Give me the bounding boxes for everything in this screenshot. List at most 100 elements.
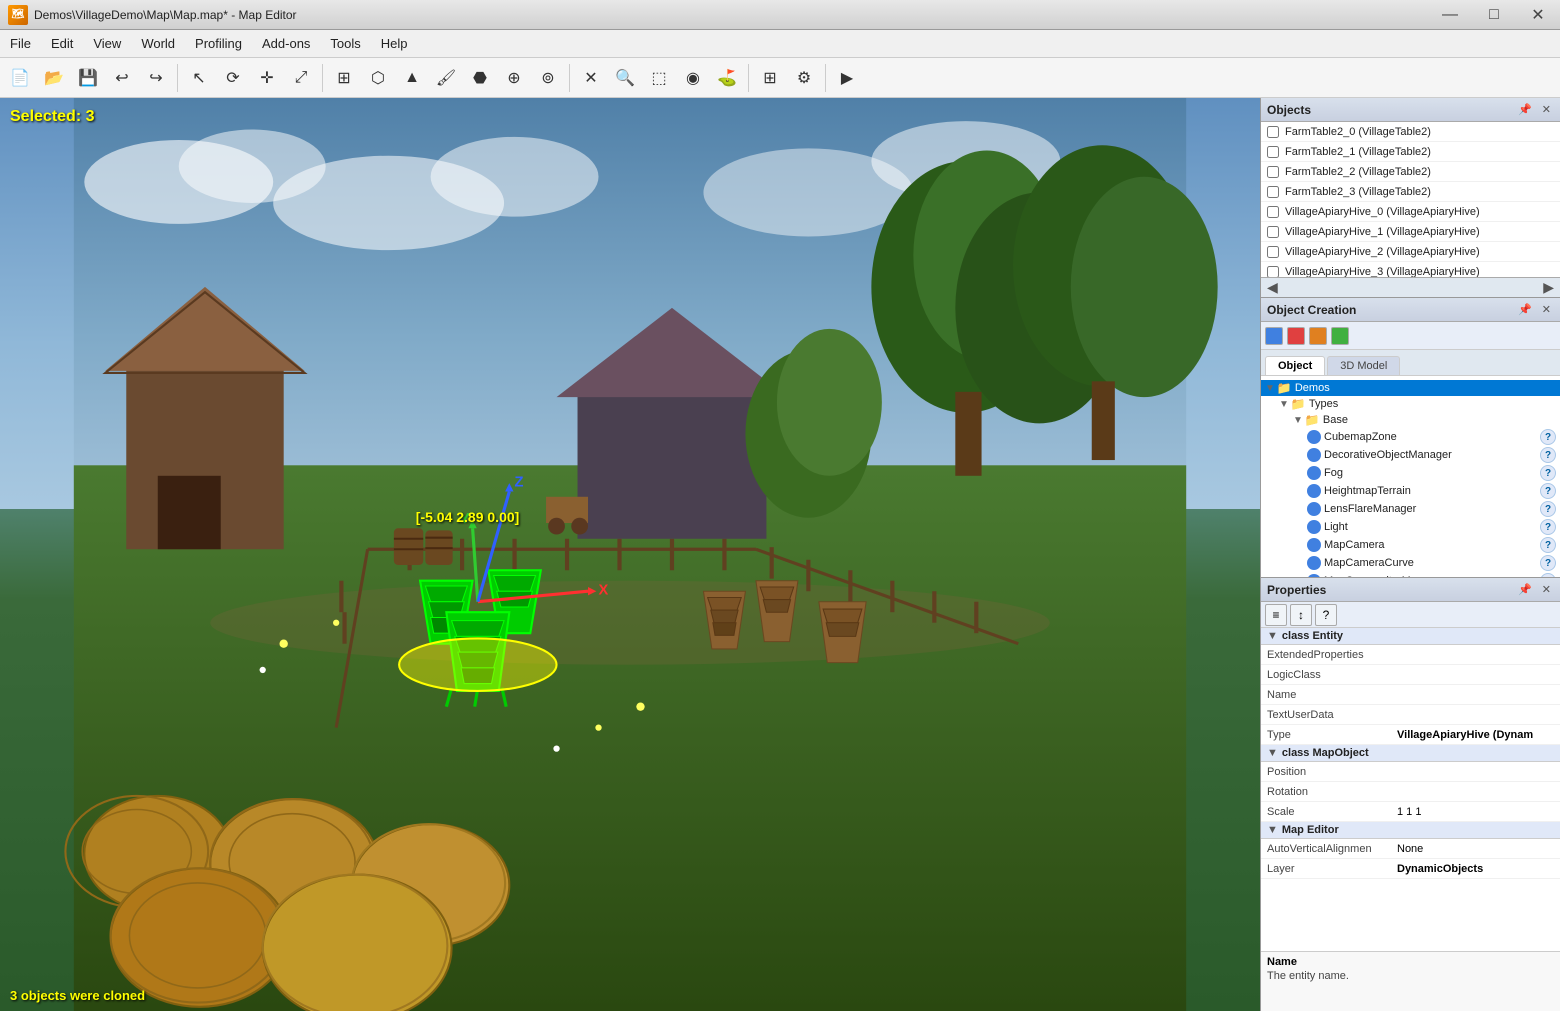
- menu-item-file[interactable]: File: [0, 30, 41, 57]
- tree-node-3[interactable]: CubemapZone?: [1261, 428, 1560, 446]
- tree-node-6[interactable]: HeightmapTerrain?: [1261, 482, 1560, 500]
- object-checkbox-0[interactable]: [1267, 126, 1279, 138]
- toolbar-btn-1[interactable]: 📂: [38, 62, 70, 94]
- objects-nav-right[interactable]: ▶: [1543, 279, 1554, 296]
- toolbar-btn-6[interactable]: ↖: [183, 62, 215, 94]
- tree-node-4[interactable]: DecorativeObjectManager?: [1261, 446, 1560, 464]
- toolbar-btn-13[interactable]: ▲: [396, 62, 428, 94]
- toolbar-btn-26[interactable]: ⚙: [788, 62, 820, 94]
- prop-row-1-2[interactable]: Scale1 1 1: [1261, 802, 1560, 822]
- prop-row-0-0[interactable]: ExtendedProperties: [1261, 645, 1560, 665]
- creation-tab-1[interactable]: 3D Model: [1327, 356, 1400, 375]
- object-checkbox-3[interactable]: [1267, 186, 1279, 198]
- creation-tb-btn-green[interactable]: [1331, 327, 1349, 345]
- prop-row-0-3[interactable]: TextUserData: [1261, 705, 1560, 725]
- toolbar-btn-3[interactable]: ↩: [106, 62, 138, 94]
- toolbar-btn-12[interactable]: ⬡: [362, 62, 394, 94]
- help-icon-7[interactable]: ?: [1540, 501, 1556, 517]
- tree-node-0[interactable]: ▼📁Demos: [1261, 380, 1560, 396]
- object-checkbox-7[interactable]: [1267, 266, 1279, 278]
- menu-item-world[interactable]: World: [131, 30, 185, 57]
- creation-tb-btn-red[interactable]: [1287, 327, 1305, 345]
- objects-list[interactable]: FarmTable2_0 (VillageTable2)FarmTable2_1…: [1261, 122, 1560, 277]
- object-checkbox-2[interactable]: [1267, 166, 1279, 178]
- toolbar-btn-14[interactable]: 🖌: [430, 62, 462, 94]
- toolbar-btn-0[interactable]: 📄: [4, 62, 36, 94]
- toolbar-btn-17[interactable]: ⊚: [532, 62, 564, 94]
- close-button[interactable]: ✕: [1516, 0, 1560, 30]
- object-checkbox-1[interactable]: [1267, 146, 1279, 158]
- help-icon-9[interactable]: ?: [1540, 537, 1556, 553]
- object-item-4[interactable]: VillageApiaryHive_0 (VillageApiaryHive): [1261, 202, 1560, 222]
- creation-pin-btn[interactable]: 📌: [1515, 302, 1535, 317]
- toolbar-btn-25[interactable]: ⊞: [754, 62, 786, 94]
- prop-row-2-0[interactable]: AutoVerticalAlignmenNone: [1261, 839, 1560, 859]
- toolbar-btn-22[interactable]: ◉: [677, 62, 709, 94]
- object-item-3[interactable]: FarmTable2_3 (VillageTable2): [1261, 182, 1560, 202]
- creation-tb-btn-orange[interactable]: [1309, 327, 1327, 345]
- maximize-button[interactable]: □: [1472, 0, 1516, 30]
- objects-nav-left[interactable]: ◀: [1267, 279, 1278, 296]
- objects-pin-btn[interactable]: 📌: [1515, 102, 1535, 117]
- help-icon-10[interactable]: ?: [1540, 555, 1556, 571]
- toolbar-btn-23[interactable]: ⛳: [711, 62, 743, 94]
- properties-content[interactable]: ▼class EntityExtendedPropertiesLogicClas…: [1261, 628, 1560, 951]
- help-icon-5[interactable]: ?: [1540, 465, 1556, 481]
- prop-row-2-1[interactable]: LayerDynamicObjects: [1261, 859, 1560, 879]
- object-item-1[interactable]: FarmTable2_1 (VillageTable2): [1261, 142, 1560, 162]
- toolbar-btn-28[interactable]: ▶: [831, 62, 863, 94]
- object-checkbox-4[interactable]: [1267, 206, 1279, 218]
- expand-icon-0[interactable]: ▼: [1265, 383, 1275, 394]
- tree-node-5[interactable]: Fog?: [1261, 464, 1560, 482]
- viewport[interactable]: X Y Z: [0, 98, 1260, 1011]
- tree-node-7[interactable]: LensFlareManager?: [1261, 500, 1560, 518]
- toolbar-btn-21[interactable]: ⬚: [643, 62, 675, 94]
- prop-section-header-2[interactable]: ▼Map Editor: [1261, 822, 1560, 839]
- menu-item-help[interactable]: Help: [371, 30, 418, 57]
- toolbar-btn-9[interactable]: ⤢: [285, 62, 317, 94]
- tree-node-8[interactable]: Light?: [1261, 518, 1560, 536]
- menu-item-view[interactable]: View: [83, 30, 131, 57]
- tree-node-2[interactable]: ▼📁Base: [1261, 412, 1560, 428]
- object-item-6[interactable]: VillageApiaryHive_2 (VillageApiaryHive): [1261, 242, 1560, 262]
- expand-icon-1[interactable]: ▼: [1279, 399, 1289, 410]
- help-icon-11[interactable]: ?: [1540, 573, 1556, 577]
- toolbar-btn-8[interactable]: ✛: [251, 62, 283, 94]
- menu-item-add-ons[interactable]: Add-ons: [252, 30, 320, 57]
- toolbar-btn-15[interactable]: ⬣: [464, 62, 496, 94]
- props-tb-sort[interactable]: ≡: [1265, 604, 1287, 626]
- creation-tab-0[interactable]: Object: [1265, 356, 1325, 375]
- objects-close-btn[interactable]: ✕: [1539, 102, 1554, 117]
- tree-node-9[interactable]: MapCamera?: [1261, 536, 1560, 554]
- expand-icon-2[interactable]: ▼: [1293, 415, 1303, 426]
- props-tb-help[interactable]: ?: [1315, 604, 1337, 626]
- minimize-button[interactable]: —: [1428, 0, 1472, 30]
- prop-section-header-0[interactable]: ▼class Entity: [1261, 628, 1560, 645]
- tree-node-11[interactable]: MapCompositorManager?: [1261, 572, 1560, 577]
- menu-item-profiling[interactable]: Profiling: [185, 30, 252, 57]
- toolbar-btn-11[interactable]: ⊞: [328, 62, 360, 94]
- help-icon-4[interactable]: ?: [1540, 447, 1556, 463]
- menu-item-edit[interactable]: Edit: [41, 30, 83, 57]
- toolbar-btn-19[interactable]: ✕: [575, 62, 607, 94]
- properties-close-btn[interactable]: ✕: [1539, 582, 1554, 597]
- creation-close-btn[interactable]: ✕: [1539, 302, 1554, 317]
- object-item-7[interactable]: VillageApiaryHive_3 (VillageApiaryHive): [1261, 262, 1560, 277]
- tree-node-10[interactable]: MapCameraCurve?: [1261, 554, 1560, 572]
- toolbar-btn-7[interactable]: ⟳: [217, 62, 249, 94]
- toolbar-btn-16[interactable]: ⊕: [498, 62, 530, 94]
- object-tree[interactable]: ▼📁Demos▼📁Types▼📁BaseCubemapZone?Decorati…: [1261, 376, 1560, 577]
- creation-tb-btn-blue[interactable]: [1265, 327, 1283, 345]
- help-icon-8[interactable]: ?: [1540, 519, 1556, 535]
- prop-row-0-1[interactable]: LogicClass: [1261, 665, 1560, 685]
- help-icon-6[interactable]: ?: [1540, 483, 1556, 499]
- props-tb-filter[interactable]: ↕: [1290, 604, 1312, 626]
- prop-row-0-2[interactable]: Name: [1261, 685, 1560, 705]
- toolbar-btn-4[interactable]: ↪: [140, 62, 172, 94]
- object-item-0[interactable]: FarmTable2_0 (VillageTable2): [1261, 122, 1560, 142]
- prop-section-header-1[interactable]: ▼class MapObject: [1261, 745, 1560, 762]
- toolbar-btn-2[interactable]: 💾: [72, 62, 104, 94]
- help-icon-3[interactable]: ?: [1540, 429, 1556, 445]
- object-checkbox-6[interactable]: [1267, 246, 1279, 258]
- toolbar-btn-20[interactable]: 🔍: [609, 62, 641, 94]
